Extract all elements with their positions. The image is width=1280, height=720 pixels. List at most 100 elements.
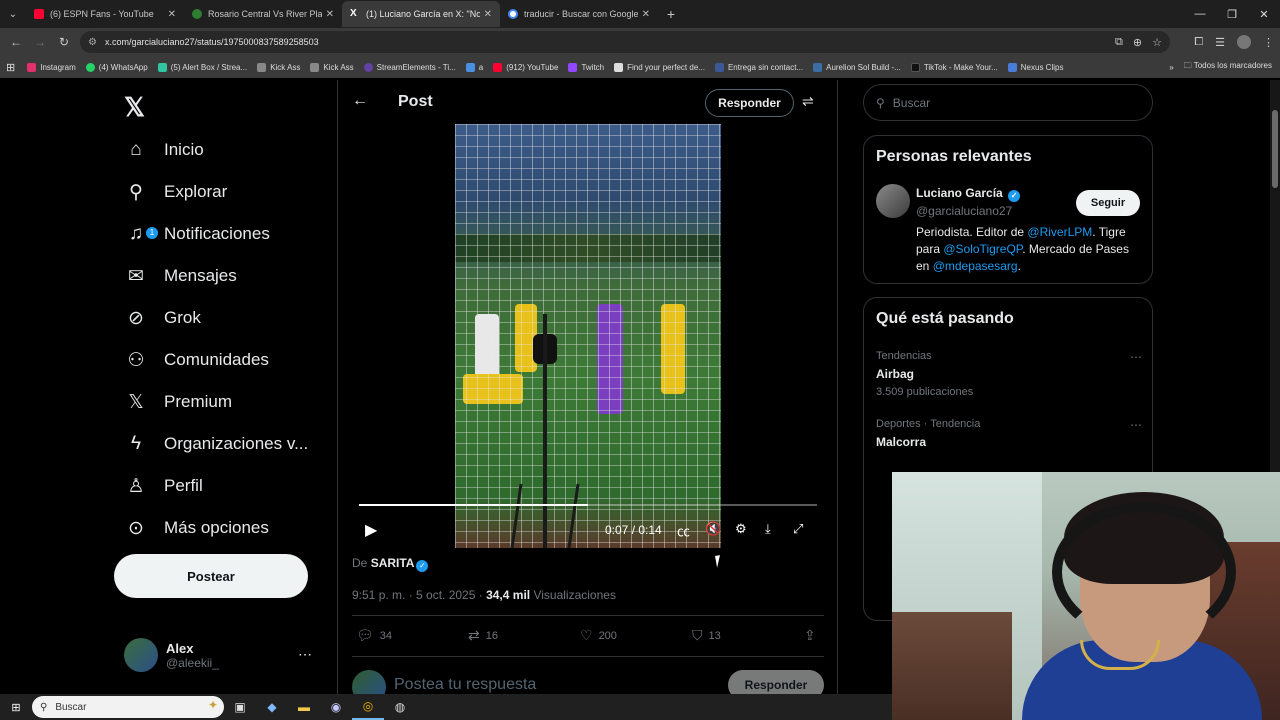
post-timestamp[interactable]: 9:51 p. m. · 5 oct. 2025 · — [352, 588, 483, 602]
chrome-icon[interactable]: ◎ — [352, 694, 384, 720]
bookmark-item[interactable]: (5) Alert Box / Strea... — [157, 62, 247, 72]
x-logo-icon[interactable]: 𝕏 — [124, 92, 145, 123]
bookmark-item[interactable]: (912) YouTube — [493, 62, 558, 72]
apps-grid-icon[interactable]: ⊞ — [6, 61, 15, 74]
bookmark-star-icon[interactable]: ☆ — [1152, 36, 1162, 49]
bookmark-action[interactable]: ⛉ 13 — [692, 627, 721, 644]
browser-menu-icon[interactable]: ⋮ — [1263, 36, 1274, 49]
post-button[interactable]: Postear — [114, 554, 308, 598]
scrollbar-thumb[interactable] — [1272, 110, 1278, 188]
settings-gear-icon[interactable]: ⚙ — [735, 521, 747, 537]
tab-search-icon[interactable]: ⌄ — [0, 1, 26, 27]
pip-icon[interactable]: ⤓ — [765, 521, 771, 537]
nav-item-explorar[interactable]: ⚲ Explorar — [122, 174, 227, 210]
zoom-icon[interactable]: ⊕ — [1133, 36, 1142, 49]
bookmark-item[interactable]: TikTok - Make Your... — [910, 62, 998, 72]
more-icon[interactable]: ⋯ — [1130, 418, 1142, 432]
discord-icon[interactable]: ◉ — [320, 694, 352, 720]
follow-button[interactable]: Seguir — [1076, 190, 1140, 216]
bookmark-item[interactable]: Find your perfect de... — [614, 62, 705, 72]
windows-start-icon[interactable]: ⊞ — [0, 694, 32, 720]
back-icon[interactable]: ← — [4, 35, 28, 49]
fullscreen-icon[interactable]: ⤢ — [793, 521, 803, 537]
obs-icon[interactable]: ◍ — [384, 694, 416, 720]
bio-link[interactable]: @RiverLPM — [1027, 225, 1092, 239]
reply-action[interactable]: 💬︎ 34 — [356, 627, 392, 644]
reply-header-button[interactable]: Responder — [705, 89, 794, 117]
video-progress-bar[interactable] — [359, 504, 817, 506]
nav-item-mas-opciones[interactable]: ⊙ Más opciones — [122, 510, 269, 546]
copilot-icon[interactable]: ◆ — [256, 694, 288, 720]
trend-item[interactable]: Deportes · Tendencia Malcorra ⋯ — [876, 418, 1142, 449]
restore-icon[interactable]: ❐ — [1216, 0, 1248, 28]
repost-action[interactable]: ⇄ 16 — [468, 627, 498, 644]
profile-name[interactable]: Luciano García ✓ — [916, 186, 1021, 202]
site-info-icon[interactable]: ⚙ — [88, 37, 97, 48]
bookmark-label: Kick Ass — [270, 62, 301, 72]
extensions-area: ⧠ ☰ ⋮ — [1194, 31, 1274, 53]
taskbar-search-input[interactable]: ⚲ Buscar ✦ — [32, 696, 224, 718]
video-player[interactable]: ▶ 0:07 / 0:14 ㏄ 🔇 ⚙ ⤓ ⤢ — [353, 124, 823, 548]
file-explorer-icon[interactable]: ▬ — [288, 694, 320, 720]
back-arrow-icon[interactable]: ← — [352, 92, 368, 110]
profile-avatar-icon[interactable] — [1237, 35, 1251, 49]
bookmark-item[interactable]: Aurelion Sol Build -... — [813, 62, 901, 72]
bookmark-item[interactable]: Kick Ass — [310, 62, 354, 72]
trend-item[interactable]: Tendencias Airbag 3.509 publicaciones ⋯ — [876, 350, 1142, 398]
trend-count: 3.509 publicaciones — [876, 386, 974, 398]
nav-item-perfil[interactable]: ♙ Perfil — [122, 468, 202, 504]
bookmark-item[interactable]: Kick Ass — [257, 62, 301, 72]
filter-icon[interactable]: ⇌ — [802, 93, 814, 110]
bookmark-item[interactable]: Entrega sin contact... — [714, 62, 803, 72]
bookmark-item[interactable]: Twitch — [568, 62, 604, 72]
reply-submit-button[interactable]: Responder — [728, 670, 824, 694]
bookmark-item[interactable]: (4) WhatsApp — [85, 62, 148, 72]
tab-close-icon[interactable]: ✕ — [326, 9, 334, 20]
install-app-icon[interactable]: ⧉ — [1115, 36, 1123, 49]
byline-author[interactable]: SARITA — [371, 556, 415, 570]
share-action[interactable]: ⇪ — [804, 627, 822, 644]
bio-link[interactable]: @SoloTigreQP — [943, 242, 1022, 256]
mute-icon[interactable]: 🔇 — [705, 521, 721, 537]
avatar[interactable] — [876, 184, 910, 218]
account-switcher[interactable]: Alex @aleekii_ ⋯ — [124, 638, 324, 672]
search-input[interactable]: ⚲ Buscar — [863, 84, 1153, 121]
new-tab-icon[interactable]: + — [658, 6, 684, 22]
minimize-icon[interactable]: — — [1184, 0, 1216, 28]
task-view-icon[interactable]: ▣ — [224, 694, 256, 720]
nav-item-comunidades[interactable]: ⚇ Comunidades — [122, 342, 268, 378]
profile-name-text: Luciano García — [916, 186, 1003, 200]
browser-tab[interactable]: Rosario Central Vs River Plate - ✕ — [184, 1, 342, 27]
forward-icon[interactable]: → — [28, 35, 52, 49]
tab-close-icon[interactable]: ✕ — [484, 9, 492, 20]
browser-tab[interactable]: (6) ESPN Fans - YouTube ✕ — [26, 1, 184, 27]
reload-icon[interactable]: ↻ — [52, 35, 76, 49]
nav-item-mensajes[interactable]: ✉ Mensajes — [122, 258, 237, 294]
tab-close-icon[interactable]: ✕ — [168, 9, 176, 20]
tab-close-icon[interactable]: ✕ — [642, 9, 650, 20]
address-bar[interactable]: ⚙ x.com/garcialuciano27/status/197500083… — [80, 31, 1170, 53]
nav-item-grok[interactable]: ⊘ Grok — [122, 300, 201, 336]
bookmark-item[interactable]: StreamElements - Ti... — [363, 62, 456, 72]
nav-item-inicio[interactable]: ⌂ Inicio — [122, 132, 203, 168]
nav-item-organizaciones[interactable]: ϟ Organizaciones v... — [122, 426, 308, 462]
all-bookmarks[interactable]: 🗀 Todos los marcadores — [1184, 60, 1272, 74]
more-bookmarks-icon[interactable]: » — [1169, 63, 1173, 72]
captions-icon[interactable]: ㏄ — [677, 521, 690, 540]
reading-list-icon[interactable]: ☰ — [1215, 36, 1225, 49]
more-icon[interactable]: ⋯ — [298, 646, 312, 663]
bookmark-item[interactable]: Nexus Clips — [1007, 62, 1063, 72]
bookmark-item[interactable]: Instagram — [27, 62, 76, 72]
nav-item-notificaciones[interactable]: ♫ 1 Notificaciones — [122, 216, 270, 252]
bookmark-item[interactable]: a — [465, 62, 483, 72]
play-icon[interactable]: ▶ — [365, 520, 377, 540]
close-window-icon[interactable]: ✕ — [1248, 0, 1280, 28]
bio-link[interactable]: @mdepasesarg — [933, 259, 1018, 273]
like-action[interactable]: ♡ 200 — [580, 627, 617, 644]
more-icon[interactable]: ⋯ — [1130, 350, 1142, 364]
reply-input[interactable]: Postea tu respuesta — [394, 676, 536, 694]
browser-tab-active[interactable]: X (1) Luciano García en X: "No se ✕ — [342, 1, 500, 27]
extensions-icon[interactable]: ⧠ — [1194, 36, 1203, 49]
nav-item-premium[interactable]: 𝕏 Premium — [122, 384, 232, 420]
browser-tab[interactable]: traducir - Buscar con Google ✕ — [500, 1, 658, 27]
